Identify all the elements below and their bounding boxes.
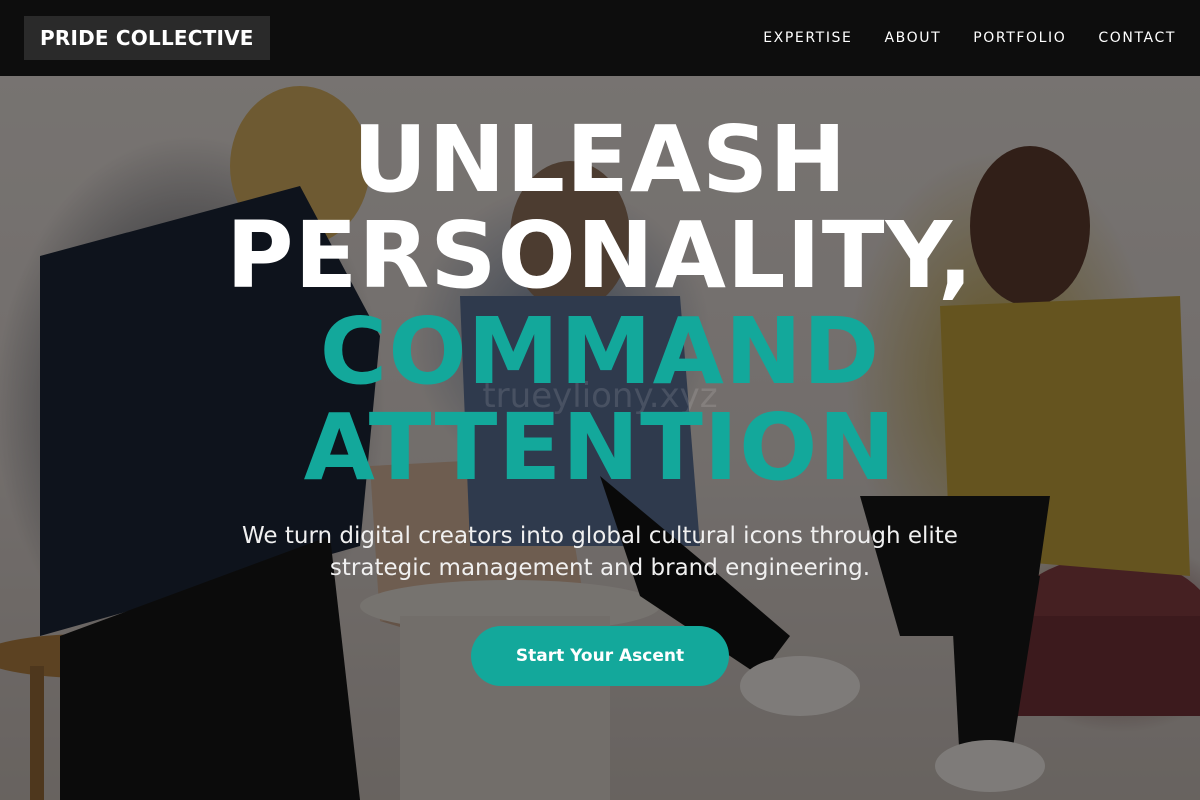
hero-headline: UNLEASH PERSONALITY, COMMAND ATTENTION (0, 112, 1200, 496)
main-nav: EXPERTISE ABOUT PORTFOLIO CONTACT (763, 30, 1176, 46)
headline-line-1: UNLEASH (352, 106, 848, 213)
nav-link-contact[interactable]: CONTACT (1098, 30, 1176, 46)
nav-link-expertise[interactable]: EXPERTISE (763, 30, 852, 46)
headline-line-3: COMMAND (319, 298, 881, 405)
nav-link-portfolio[interactable]: PORTFOLIO (973, 30, 1066, 46)
headline-line-2: PERSONALITY, (226, 202, 974, 309)
headline-line-4: ATTENTION (303, 394, 897, 501)
brand-logo[interactable]: PRIDE COLLECTIVE (24, 16, 270, 60)
hero-subtitle: We turn digital creators into global cul… (242, 523, 958, 581)
top-navbar: PRIDE COLLECTIVE EXPERTISE ABOUT PORTFOL… (0, 0, 1200, 76)
start-your-ascent-button[interactable]: Start Your Ascent (471, 626, 729, 686)
nav-link-about[interactable]: ABOUT (884, 30, 941, 46)
hero-section: trueyliony.xyz UNLEASH PERSONALITY, COMM… (0, 76, 1200, 800)
